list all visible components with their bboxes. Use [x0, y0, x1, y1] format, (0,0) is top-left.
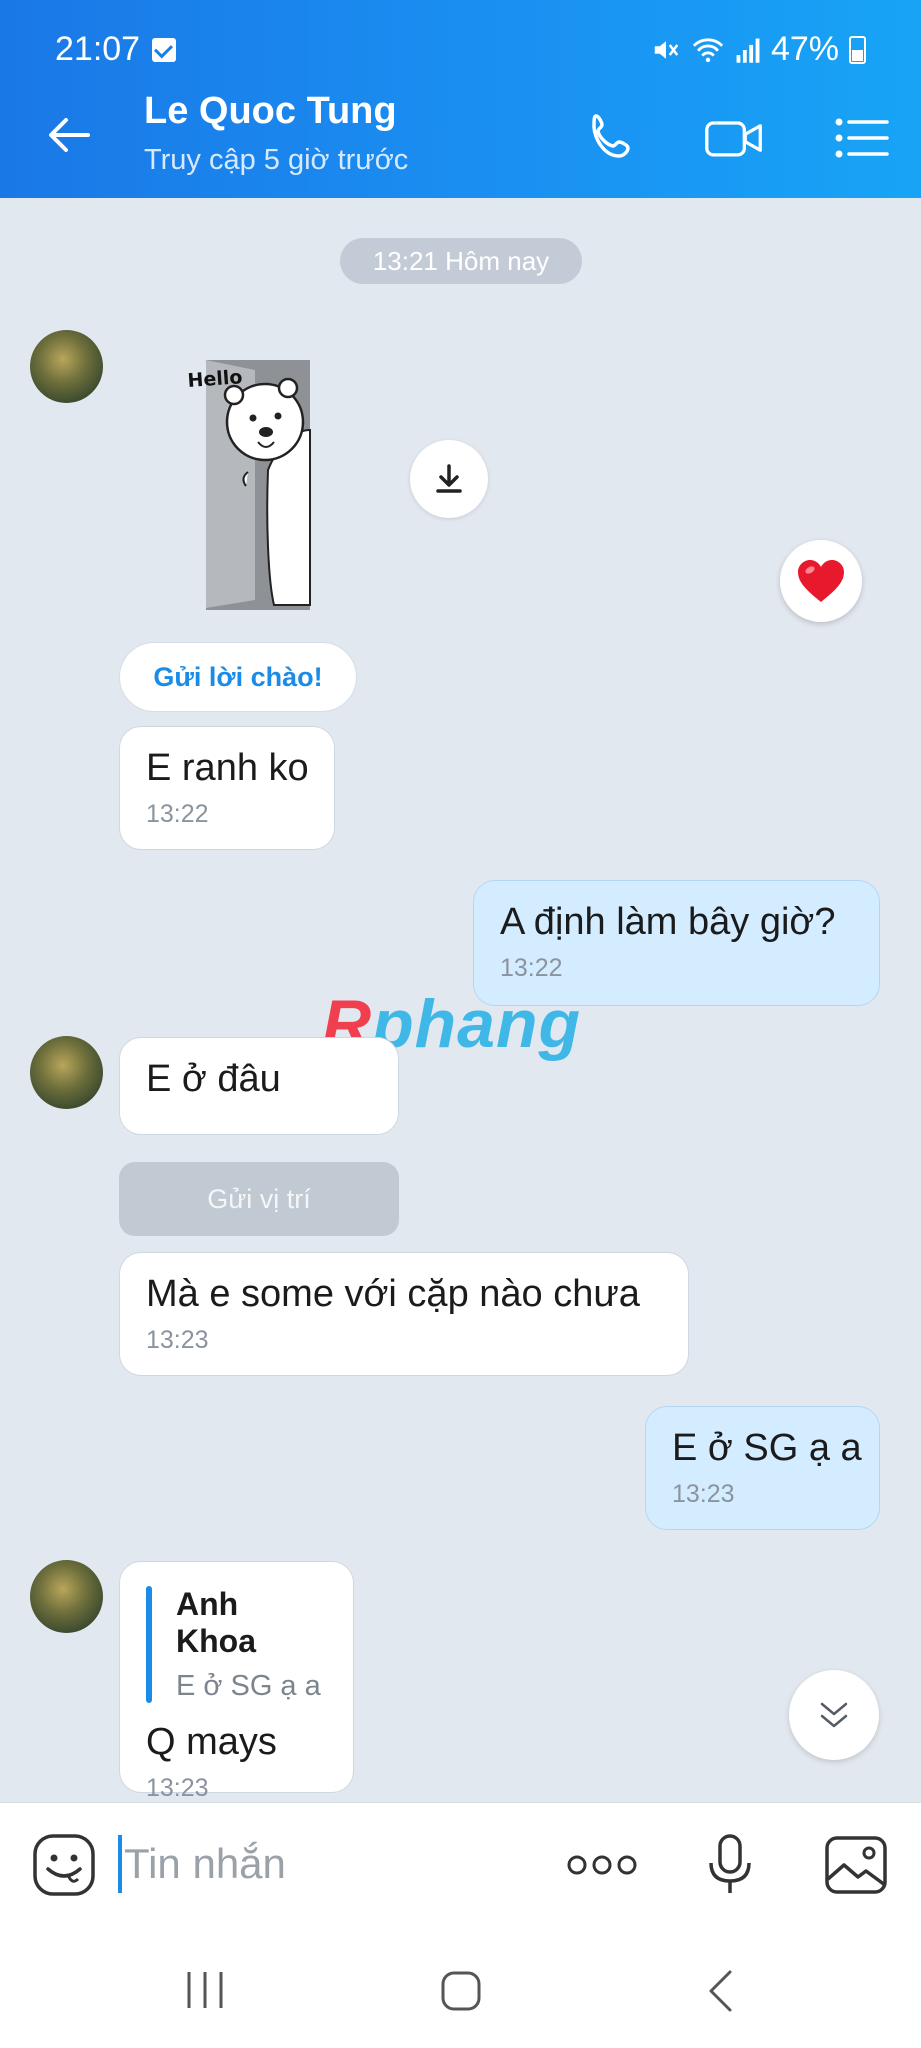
status-indicators: 47% [651, 30, 866, 69]
message-time: 13:23 [146, 1326, 209, 1354]
system-navigation-bar [0, 1930, 921, 2048]
signal-icon [736, 38, 760, 63]
message-time: 13:23 [672, 1480, 735, 1508]
recent-apps-icon[interactable] [183, 1970, 227, 2010]
message-text: E ở SG ạ a [672, 1427, 862, 1469]
battery-icon [849, 35, 866, 64]
message-bubble[interactable]: E ranh ko 13:22 [119, 726, 335, 850]
message-text: Q mays [146, 1721, 277, 1763]
message-time: 13:23 [146, 1774, 209, 1802]
message-time: 13:22 [500, 954, 563, 982]
download-button[interactable] [410, 440, 488, 518]
quote-author: Anh Khoa [176, 1586, 256, 1659]
image-icon[interactable] [824, 1835, 888, 1895]
send-location-button[interactable]: Gửi vị trí [119, 1162, 399, 1236]
message-input-placeholder: Tin nhắn [124, 1840, 286, 1887]
wifi-icon [692, 37, 724, 62]
message-bubble[interactable]: E ở đâu [119, 1037, 399, 1135]
message-bubble-reply[interactable]: Anh Khoa E ở SG ạ a Q mays 13:23 [119, 1561, 354, 1802]
quote-text: E ở SG ạ a [176, 1670, 321, 1702]
scroll-to-bottom-button[interactable] [789, 1670, 879, 1760]
message-text: Mà e some với cặp nào chưa [146, 1273, 640, 1315]
battery-percent: 47% [770, 30, 839, 68]
mute-icon [654, 40, 679, 59]
avatar[interactable] [30, 1560, 103, 1633]
message-text: E ranh ko [146, 747, 309, 789]
message-bubble[interactable]: Mà e some với cặp nào chưa 13:23 [119, 1252, 689, 1376]
quote-bar [146, 1586, 152, 1703]
message-text: E ở đâu [146, 1058, 281, 1100]
contact-name[interactable]: Le Quoc Tung [144, 90, 397, 133]
reaction-button[interactable] [780, 540, 862, 622]
quoted-message[interactable]: Anh Khoa E ở SG ạ a [146, 1586, 327, 1703]
chevron-double-down-icon [820, 1702, 848, 1728]
download-icon [436, 464, 462, 493]
message-composer: Tin nhắn [0, 1802, 921, 1930]
message-text: A định làm bây giờ? [500, 901, 836, 943]
list-menu-icon[interactable] [832, 108, 892, 168]
last-seen-status: Truy cập 5 giờ trước [144, 144, 409, 176]
heart-icon [798, 560, 844, 602]
sticker-text: Hello [187, 366, 243, 392]
video-camera-icon[interactable] [704, 108, 764, 168]
send-greeting-button[interactable]: Gửi lời chào! [119, 642, 357, 712]
message-time: 13:22 [146, 800, 209, 828]
message-bubble-outgoing[interactable]: E ở SG ạ a 13:23 [645, 1406, 880, 1530]
status-time: 21:07 [55, 30, 141, 68]
back-icon[interactable] [706, 1970, 734, 2012]
microphone-icon[interactable] [705, 1833, 755, 1897]
home-icon[interactable] [440, 1970, 482, 2012]
avatar[interactable] [30, 330, 103, 403]
message-input[interactable]: Tin nhắn [118, 1829, 538, 1899]
avatar[interactable] [30, 1036, 103, 1109]
phone-icon[interactable] [582, 108, 642, 168]
emoji-icon[interactable] [32, 1833, 96, 1897]
checkbox-notification-icon [152, 38, 176, 62]
date-divider: 13:21 Hôm nay [340, 238, 582, 284]
text-caret [118, 1835, 122, 1893]
arrow-left-icon[interactable] [44, 110, 94, 160]
hello-bear-sticker[interactable]: Hello [170, 350, 320, 610]
more-icon[interactable] [565, 1848, 639, 1882]
header-bar: 21:07 47% Le Quoc Tung Truy cập 5 giờ tr… [0, 0, 921, 198]
